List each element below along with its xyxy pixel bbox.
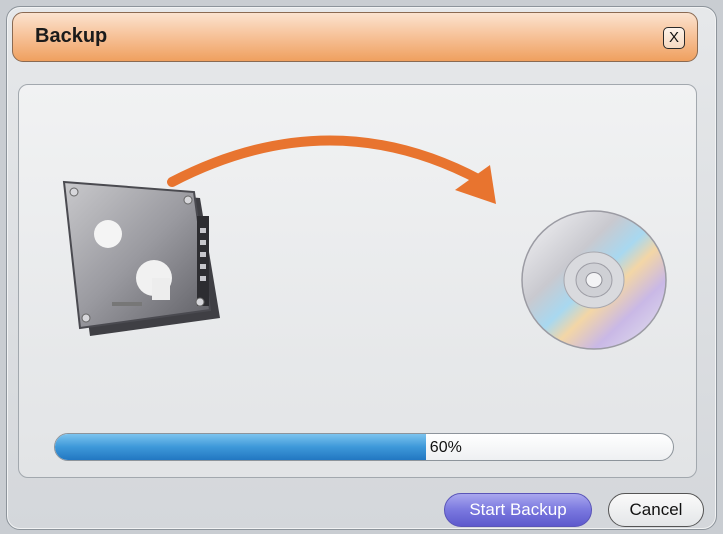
hard-drive-icon (62, 180, 220, 336)
cd-disc-icon (521, 210, 667, 350)
close-button[interactable]: X (663, 27, 685, 49)
start-backup-button[interactable]: Start Backup (444, 493, 592, 527)
progress-percent: 60% (429, 439, 462, 456)
dialog-title: Backup (35, 25, 108, 47)
cancel-button[interactable]: Cancel (608, 493, 704, 527)
progress-bar: 60% (54, 433, 674, 461)
progress-fill (55, 434, 426, 460)
title-bar: Backup X (12, 12, 698, 62)
